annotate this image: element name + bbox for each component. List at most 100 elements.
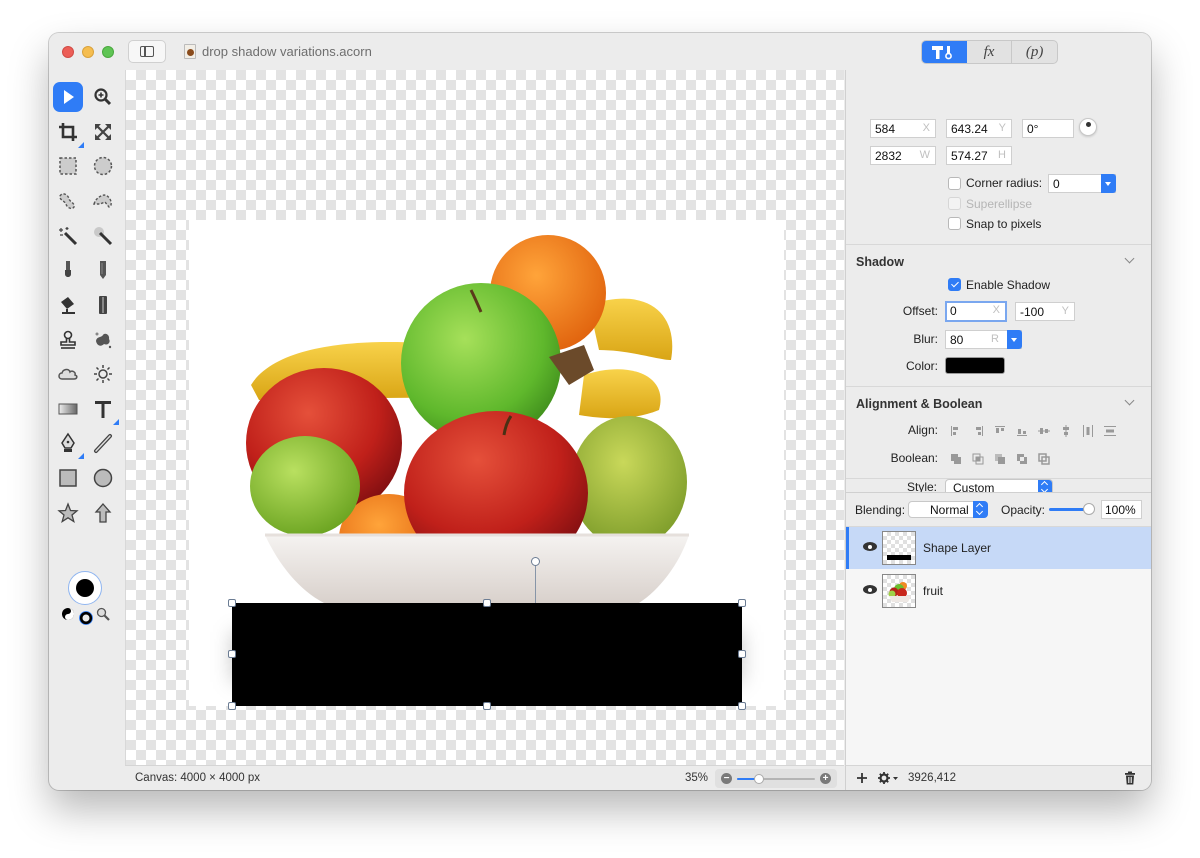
distribute-horizontal-icon[interactable] (1077, 424, 1099, 438)
shadow-color-well[interactable] (945, 357, 1005, 374)
tab-properties[interactable]: (p) (1012, 41, 1057, 63)
resize-handle-bottom-left[interactable] (228, 702, 236, 710)
align-center-vertical-icon[interactable] (1033, 424, 1055, 438)
shadow-offset-y-field[interactable]: -100 Y (1015, 302, 1075, 321)
height-field[interactable]: 574.27 H (946, 146, 1012, 165)
zoom-tool[interactable] (88, 82, 118, 112)
blur-tool[interactable] (53, 359, 83, 389)
blending-mode-popup[interactable]: Normal (908, 501, 988, 518)
resize-handle-top[interactable] (483, 599, 491, 607)
arrow-tool[interactable] (88, 498, 118, 528)
enable-shadow-checkbox[interactable] (948, 278, 961, 291)
sidebar-toggle-button[interactable] (128, 40, 166, 63)
union-icon[interactable] (945, 452, 967, 466)
canvas-viewport[interactable] (125, 70, 844, 765)
brush-tool[interactable] (53, 255, 83, 285)
zoom-slider-knob[interactable] (753, 774, 764, 784)
resize-handle-left[interactable] (228, 650, 236, 658)
clone-tool[interactable] (53, 325, 83, 355)
pen-tool[interactable] (53, 428, 84, 459)
opacity-field[interactable]: 100% (1101, 500, 1142, 519)
exclude-icon[interactable] (1011, 452, 1033, 466)
shadow-blur-field[interactable]: 80 R (945, 330, 1022, 349)
ellipse-select-tool[interactable] (88, 151, 118, 181)
zoom-in-button[interactable]: + (820, 773, 831, 784)
submenu-indicator (113, 419, 119, 425)
magic-wand-tool[interactable] (53, 221, 83, 251)
y-position-field[interactable]: 643.24 Y (946, 119, 1012, 138)
resize-handle-top-left[interactable] (228, 599, 236, 607)
rect-select-tool[interactable] (53, 151, 83, 181)
fill-color-well[interactable] (68, 571, 102, 605)
rotation-dial[interactable] (1079, 118, 1097, 136)
opacity-slider-knob[interactable] (1083, 503, 1095, 515)
text-tool[interactable] (88, 394, 119, 425)
resize-tool[interactable] (88, 117, 118, 147)
rotation-field[interactable]: 0° (1022, 119, 1074, 138)
layer-row-fruit[interactable]: fruit (846, 570, 1151, 612)
align-top-icon[interactable] (989, 424, 1011, 438)
lasso-tool[interactable] (53, 186, 83, 216)
stroke-color-well[interactable] (79, 611, 93, 625)
shadow-section-title[interactable]: Shadow (856, 255, 904, 269)
resize-handle-right[interactable] (738, 650, 746, 658)
align-left-icon[interactable] (945, 424, 967, 438)
crop-tool[interactable] (53, 117, 84, 148)
dodge-tool[interactable] (88, 359, 118, 389)
align-bottom-icon[interactable] (1011, 424, 1033, 438)
selected-rectangle-shape[interactable] (232, 603, 742, 706)
star-tool[interactable] (53, 498, 83, 528)
snap-to-pixels-checkbox[interactable] (948, 217, 961, 230)
split-icon[interactable] (1033, 452, 1055, 466)
alignment-collapse-chevron-icon[interactable] (1124, 395, 1135, 406)
corner-radius-field[interactable]: 0 (1048, 174, 1116, 193)
tab-tools[interactable] (922, 41, 967, 63)
trash-icon[interactable] (1124, 771, 1136, 785)
distribute-vertical-icon[interactable] (1099, 424, 1121, 438)
zoom-window-button[interactable] (102, 46, 114, 58)
blur-dropdown-button[interactable] (1007, 330, 1022, 349)
oval-tool[interactable] (88, 463, 118, 493)
visibility-eye-icon[interactable] (863, 585, 877, 594)
zoom-slider[interactable] (737, 774, 815, 784)
resize-handle-bottom-right[interactable] (738, 702, 746, 710)
align-right-icon[interactable] (967, 424, 989, 438)
instant-alpha-tool[interactable] (88, 221, 118, 251)
polygon-lasso-tool[interactable] (88, 186, 118, 216)
layer-row-shape-layer[interactable]: Shape Layer (846, 527, 1151, 569)
minimize-window-button[interactable] (82, 46, 94, 58)
blur-value: 80 (950, 333, 964, 347)
align-center-horizontal-icon[interactable] (1055, 424, 1077, 438)
superellipse-checkbox[interactable] (948, 197, 961, 210)
x-position-field[interactable]: 584 X (870, 119, 936, 138)
visibility-eye-icon[interactable] (863, 542, 877, 551)
add-layer-plus-icon[interactable] (856, 772, 868, 784)
close-window-button[interactable] (62, 46, 74, 58)
intersect-icon[interactable] (967, 452, 989, 466)
rotation-handle[interactable] (531, 557, 540, 566)
rectangle-tool[interactable] (53, 463, 83, 493)
smudge-tool[interactable] (88, 325, 118, 355)
alignment-section-title[interactable]: Alignment & Boolean (856, 397, 982, 411)
line-tool[interactable] (88, 428, 118, 458)
corner-radius-dropdown-button[interactable] (1101, 174, 1116, 193)
eraser-tool[interactable] (88, 290, 118, 320)
pencil-tool[interactable] (88, 255, 118, 285)
dash-style-popup[interactable]: Custom (945, 479, 1053, 492)
resize-handle-top-right[interactable] (738, 599, 746, 607)
color-picker-magnifier-icon[interactable] (96, 607, 110, 621)
zoom-out-button[interactable]: − (721, 773, 732, 784)
paint-bucket-icon (61, 297, 75, 314)
shadow-offset-x-field[interactable]: 0 X (945, 301, 1007, 322)
gradient-tool[interactable] (53, 394, 83, 424)
paint-bucket-tool[interactable] (53, 290, 83, 320)
corner-radius-checkbox[interactable] (948, 177, 961, 190)
width-field[interactable]: 2832 W (870, 146, 936, 165)
shadow-collapse-chevron-icon[interactable] (1124, 253, 1135, 264)
layer-actions-gear-icon[interactable] (877, 771, 899, 785)
tab-effects[interactable]: fx (967, 41, 1013, 63)
subtract-icon[interactable] (989, 452, 1011, 466)
select-tool[interactable] (53, 82, 83, 112)
swap-colors-icon[interactable] (61, 607, 75, 621)
resize-handle-bottom[interactable] (483, 702, 491, 710)
